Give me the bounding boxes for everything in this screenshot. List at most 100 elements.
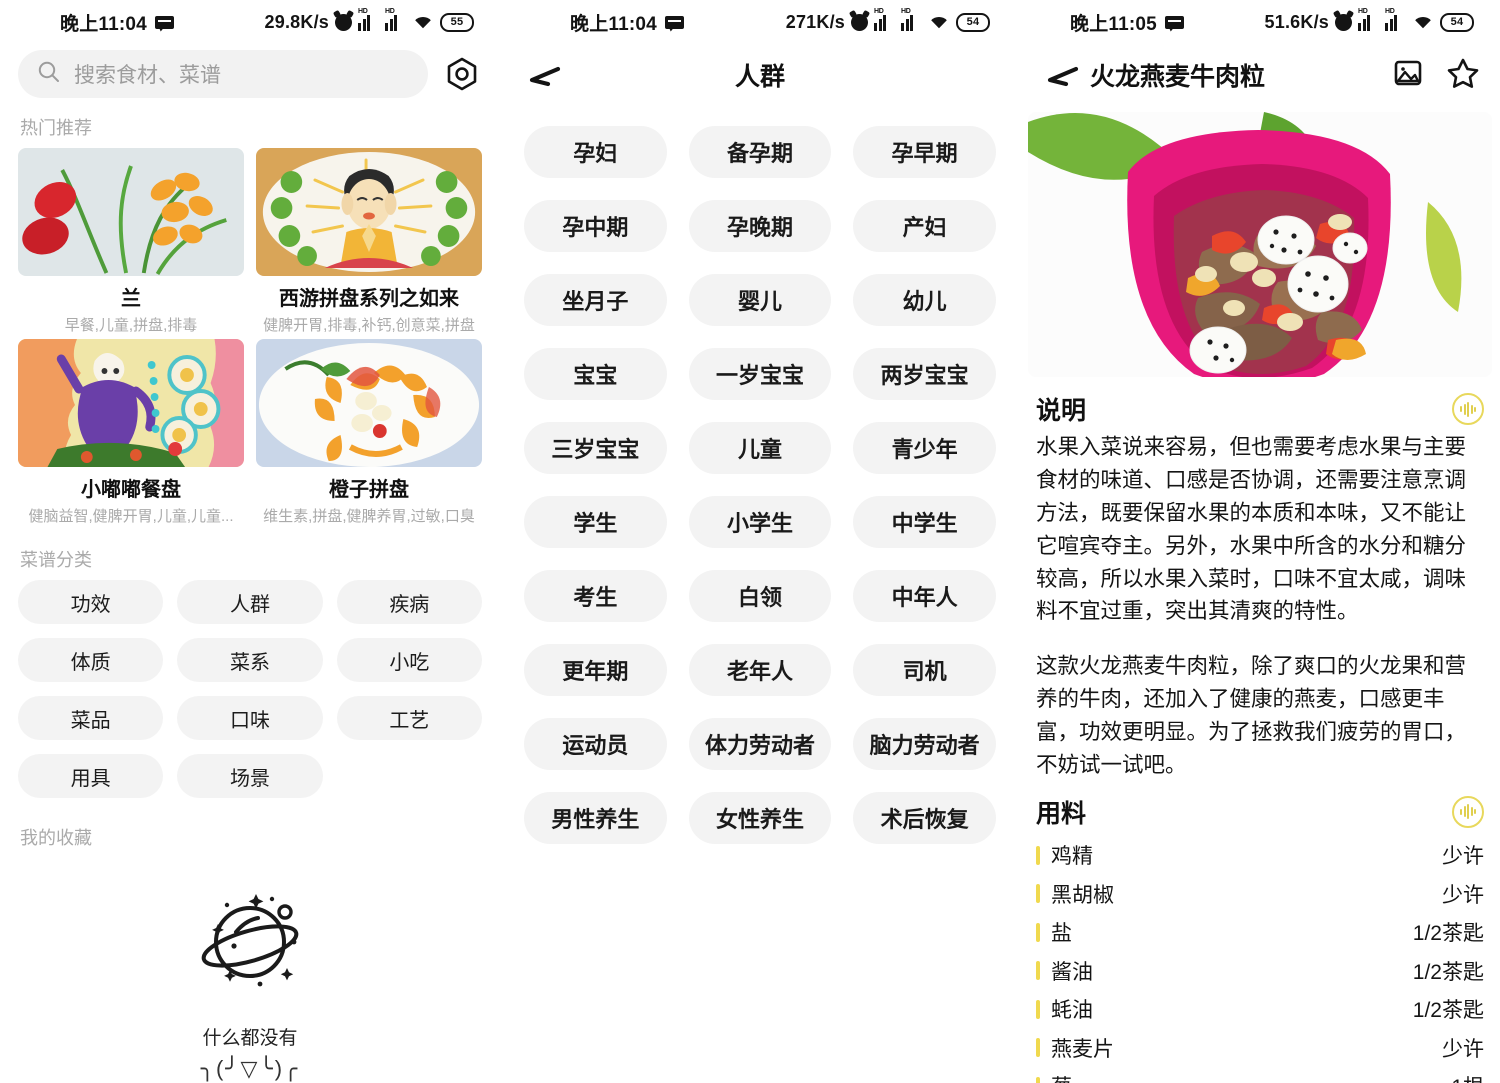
signal-icon-1: HD [874, 8, 895, 31]
battery-indicator: 54 [1440, 12, 1474, 32]
crowd-tag[interactable]: 孕早期 [853, 126, 996, 178]
nut-settings-icon[interactable] [442, 54, 482, 94]
crowd-tag[interactable]: 男性养生 [524, 792, 667, 844]
network-speed: 271K/s [785, 11, 845, 32]
recipe-thumbnail [256, 148, 482, 276]
category-chip-xiaochi[interactable]: 小吃 [336, 638, 482, 682]
category-chip-gongyi[interactable]: 工艺 [336, 696, 482, 740]
favorite-star-icon[interactable] [1446, 57, 1480, 94]
ingredient-amount: 少许 [1442, 845, 1484, 869]
ingredient-row: 鸡精 少许 [1036, 836, 1484, 875]
crowd-tag[interactable]: 宝宝 [524, 348, 667, 400]
description-paragraph: 水果入菜说来容易，但也需要考虑水果与主要食材的味道、口感是否协调，还需要注意烹调… [1036, 435, 1467, 624]
ingredient-bullet-icon [1036, 922, 1040, 942]
crowd-tag[interactable]: 老年人 [688, 644, 832, 696]
screen-home: 晚上11:04 29.8K/s HD HD 55 搜索食材、菜谱 热门推荐 兰 … [0, 0, 500, 1083]
recipe-title: 西游拼盘系列之如来 [279, 288, 459, 310]
crowd-tag[interactable]: 脑力劳动者 [853, 718, 996, 770]
crowd-tag[interactable]: 儿童 [688, 422, 832, 474]
ingredient-row: 酱油 1/2茶匙 [1036, 951, 1484, 990]
status-bar: 晚上11:05 51.6K/s HD HD 54 [1020, 0, 1500, 44]
hd-label-1: HD [874, 8, 884, 15]
category-chip-jibing[interactable]: 疾病 [336, 580, 482, 624]
crowd-tag[interactable]: 学生 [524, 496, 667, 548]
back-arrow-icon[interactable] [522, 55, 562, 95]
crowd-tag[interactable]: 一岁宝宝 [688, 348, 832, 400]
category-chip-kouwei[interactable]: 口味 [177, 696, 323, 740]
description-header: 说明 [1020, 377, 1500, 431]
favorites-section-title: 我的收藏 [20, 828, 92, 848]
crowd-tag[interactable]: 考生 [524, 570, 667, 622]
search-row: 搜索食材、菜谱 [0, 44, 500, 98]
crowd-tag[interactable]: 更年期 [524, 644, 667, 696]
ingredient-bullet-icon [1036, 884, 1040, 904]
ingredient-bullet-icon [1036, 1038, 1040, 1058]
category-chip-caipin[interactable]: 菜品 [18, 696, 164, 740]
ingredient-name: 鸡精 [1051, 845, 1093, 869]
crowd-tag[interactable]: 幼儿 [853, 274, 996, 326]
crowd-tag[interactable]: 小学生 [688, 496, 832, 548]
crowd-tag[interactable]: 中学生 [853, 496, 996, 548]
crowd-tag[interactable]: 女性养生 [688, 792, 832, 844]
network-speed: 51.6K/s [1264, 11, 1329, 32]
signal-icon-1: HD [1358, 8, 1379, 31]
crowd-tag[interactable]: 孕中期 [524, 200, 667, 252]
crowd-tag[interactable]: 体力劳动者 [688, 718, 832, 770]
recipe-tags: 维生素,拼盘,健脾养胃,过敏,口臭 [263, 508, 475, 525]
ingredient-name: 燕麦片 [1051, 1037, 1114, 1061]
recipe-card[interactable]: 西游拼盘系列之如来 健脾开胃,排毒,补钙,创意菜,拼盘 [256, 148, 482, 335]
crowd-tag[interactable]: 孕晚期 [688, 200, 832, 252]
wifi-icon [412, 14, 434, 30]
crowd-tag[interactable]: 婴儿 [688, 274, 832, 326]
description-paragraph: 这款火龙燕麦牛肉粒，除了爽口的火龙果和营养的牛肉，还加入了健康的燕麦，口感更丰富… [1036, 654, 1467, 778]
category-chip-tizhi[interactable]: 体质 [18, 638, 164, 682]
search-input[interactable]: 搜索食材、菜谱 [18, 50, 428, 98]
image-gallery-icon[interactable] [1392, 57, 1424, 94]
wifi-icon [928, 14, 950, 30]
status-time: 晚上11:05 [1070, 13, 1157, 35]
recipe-card[interactable]: 小嘟嘟餐盘 健脑益智,健脾开胃,儿童,儿童... [18, 339, 244, 526]
crowd-tag[interactable]: 术后恢复 [853, 792, 996, 844]
battery-indicator: 55 [440, 12, 474, 32]
crowd-tag[interactable]: 青少年 [853, 422, 996, 474]
crowd-tag[interactable]: 孕妇 [524, 126, 667, 178]
audio-play-ingredients-icon[interactable] [1452, 795, 1484, 828]
recipe-thumbnail [18, 148, 244, 276]
crowd-tag[interactable]: 司机 [853, 644, 996, 696]
page-title: 人群 [734, 63, 785, 91]
empty-state-text: 什么都没有 [202, 1028, 298, 1049]
crowd-tag[interactable]: 运动员 [524, 718, 667, 770]
crowd-tag[interactable]: 产妇 [853, 200, 996, 252]
ingredient-amount: 少许 [1442, 883, 1484, 907]
category-chip-gongxiao[interactable]: 功效 [18, 580, 164, 624]
wifi-icon [1412, 14, 1434, 30]
signal-icon-2: HD [1385, 8, 1406, 31]
category-chip-changjing[interactable]: 场景 [177, 754, 323, 798]
category-chip-yongju[interactable]: 用具 [18, 754, 164, 798]
alarm-icon [335, 13, 352, 31]
alarm-icon [851, 13, 868, 31]
crowd-tag[interactable]: 三岁宝宝 [524, 422, 667, 474]
crowd-tag[interactable]: 两岁宝宝 [853, 348, 996, 400]
back-arrow-icon[interactable] [1040, 55, 1080, 95]
crowd-tag[interactable]: 坐月子 [524, 274, 667, 326]
ingredient-bullet-icon [1036, 1076, 1040, 1083]
crowd-tag[interactable]: 白领 [688, 570, 832, 622]
category-section-title: 菜谱分类 [20, 550, 92, 570]
status-bar: 晚上11:04 29.8K/s HD HD 55 [0, 0, 500, 44]
recipe-thumbnail [256, 339, 482, 467]
recipe-card[interactable]: 橙子拼盘 维生素,拼盘,健脾养胃,过敏,口臭 [256, 339, 482, 526]
ingredient-amount: 1/2茶匙 [1412, 922, 1484, 946]
recipe-card[interactable]: 兰 早餐,儿童,拼盘,排毒 [18, 148, 244, 335]
crowd-tag[interactable]: 中年人 [853, 570, 996, 622]
hd-label-2: HD [1385, 8, 1395, 15]
crowd-tag[interactable]: 备孕期 [688, 126, 832, 178]
ingredient-name: 蚝油 [1051, 999, 1093, 1023]
message-icon [664, 15, 684, 29]
signal-icon-2: HD [901, 8, 922, 31]
category-chip-caixi[interactable]: 菜系 [177, 638, 323, 682]
category-chip-renqun[interactable]: 人群 [177, 580, 323, 624]
ingredient-row: 盐 1/2茶匙 [1036, 913, 1484, 952]
audio-play-description-icon[interactable] [1452, 393, 1484, 425]
message-icon [154, 15, 174, 29]
